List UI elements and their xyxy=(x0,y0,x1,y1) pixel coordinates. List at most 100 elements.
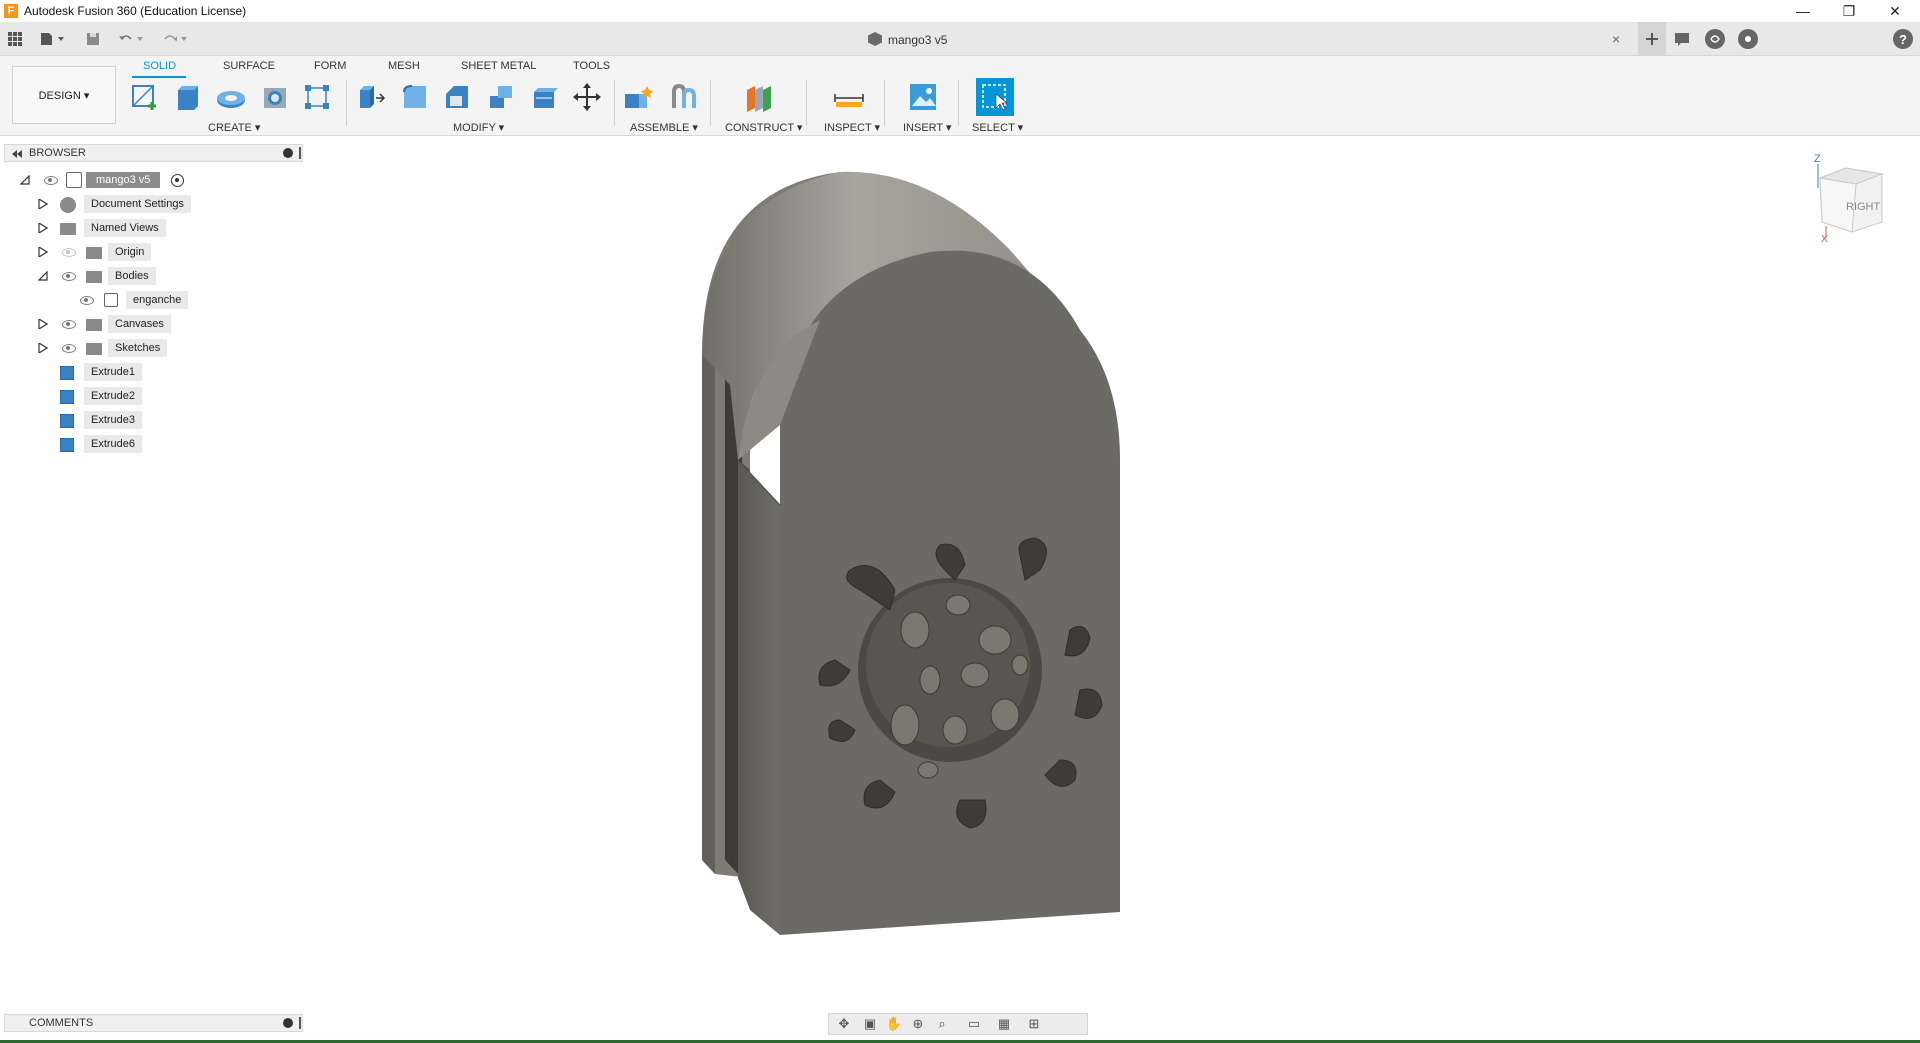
divider xyxy=(346,80,347,126)
collapsed-triangle-icon[interactable] xyxy=(38,223,48,233)
joint-icon[interactable] xyxy=(666,80,700,114)
viewcube[interactable]: Z RIGHT X xyxy=(1812,152,1890,245)
notifications-icon[interactable] xyxy=(1672,29,1692,49)
collapsed-triangle-icon[interactable] xyxy=(38,199,48,209)
combine-icon[interactable] xyxy=(528,80,562,114)
comments-title: COMMENTS xyxy=(29,1017,94,1029)
add-comment-icon[interactable] xyxy=(283,1018,293,1028)
look-at-icon[interactable]: ▣ xyxy=(861,1016,879,1032)
press-pull-icon[interactable] xyxy=(354,80,388,114)
visibility-eye-icon[interactable] xyxy=(80,296,94,305)
hole-icon[interactable] xyxy=(258,80,292,114)
zoom-icon[interactable]: ⊕ xyxy=(909,1016,927,1032)
expanded-triangle-icon[interactable] xyxy=(38,271,48,281)
component-icon xyxy=(66,172,82,188)
select-menu[interactable]: SELECT ▾ xyxy=(972,121,1023,134)
body-icon xyxy=(104,293,118,307)
title-bar: F Autodesk Fusion 360 (Education License… xyxy=(0,0,1920,22)
pan-icon[interactable]: ✋ xyxy=(885,1016,903,1032)
folder-icon xyxy=(86,319,102,331)
activate-radio-icon[interactable] xyxy=(171,174,184,187)
job-status-icon[interactable] xyxy=(1705,29,1725,49)
browser-item-label: Named Views xyxy=(84,219,166,237)
construct-menu[interactable]: CONSTRUCT ▾ xyxy=(725,121,802,134)
window-title: Autodesk Fusion 360 (Education License) xyxy=(24,4,247,18)
create-sketch-icon[interactable] xyxy=(128,80,162,114)
quick-access-bar: mango3 v5 × ? xyxy=(0,22,1920,56)
extrude-icon[interactable] xyxy=(170,80,204,114)
folder-icon xyxy=(86,343,102,355)
visibility-eye-icon[interactable] xyxy=(62,344,76,353)
browser-item-label: Bodies xyxy=(108,267,156,285)
workspace-switcher-button[interactable]: DESIGN ▾ xyxy=(12,66,116,124)
fillet-icon[interactable] xyxy=(398,80,432,114)
folder-icon xyxy=(86,271,102,283)
divider xyxy=(806,80,807,126)
browser-item-label: Extrude3 xyxy=(84,411,143,429)
extrude-feature-icon xyxy=(60,438,74,452)
panel-options-icon[interactable] xyxy=(283,148,293,158)
browser-item-label: Origin xyxy=(108,243,152,261)
panel-pin-icon[interactable] xyxy=(299,1017,301,1029)
restore-button[interactable]: ❐ xyxy=(1826,0,1872,22)
comments-panel-header[interactable]: COMMENTS xyxy=(4,1014,303,1032)
shell-icon[interactable] xyxy=(484,80,518,114)
create-menu[interactable]: CREATE ▾ xyxy=(208,121,260,134)
chamfer-icon[interactable] xyxy=(440,80,474,114)
new-tab-icon[interactable] xyxy=(1638,22,1666,56)
browser-title: BROWSER xyxy=(29,147,86,159)
account-icon[interactable] xyxy=(1738,29,1758,49)
panel-pin-icon[interactable] xyxy=(299,147,301,159)
measure-icon[interactable] xyxy=(832,80,866,114)
hidden-eye-icon[interactable] xyxy=(62,248,76,257)
expanded-triangle-icon[interactable] xyxy=(20,175,30,185)
app-logo: F xyxy=(4,4,18,18)
collapsed-triangle-icon[interactable] xyxy=(38,319,48,329)
visibility-eye-icon[interactable] xyxy=(44,176,58,185)
browser-item-label: enganche xyxy=(126,291,189,309)
grid-settings-icon[interactable]: ▦ xyxy=(995,1016,1013,1032)
browser-item-label: Sketches xyxy=(108,339,168,357)
tab-solid[interactable]: SOLID xyxy=(143,60,176,72)
browser-item-label: Extrude2 xyxy=(84,387,143,405)
tab-surface[interactable]: SURFACE xyxy=(223,60,275,72)
active-tab-indicator xyxy=(132,76,186,78)
fit-icon[interactable]: ⌕ xyxy=(933,1016,951,1032)
pattern-icon[interactable] xyxy=(300,80,334,114)
navigation-bar: ✥ ▣ ✋ ⊕ ⌕ ▭ ▦ ⊞ xyxy=(828,1013,1088,1035)
minimize-button[interactable]: — xyxy=(1780,0,1826,22)
modify-menu[interactable]: MODIFY ▾ xyxy=(453,121,504,134)
new-component-icon[interactable] xyxy=(622,80,656,114)
tab-mesh[interactable]: MESH xyxy=(388,60,420,72)
insert-menu[interactable]: INSERT ▾ xyxy=(903,121,952,134)
collapsed-triangle-icon[interactable] xyxy=(38,343,48,353)
insert-canvas-icon[interactable] xyxy=(906,80,940,114)
select-icon[interactable] xyxy=(976,78,1014,116)
browser-item-label: Document Settings xyxy=(84,195,191,213)
viewports-icon[interactable]: ⊞ xyxy=(1025,1016,1043,1032)
assemble-menu[interactable]: ASSEMBLE ▾ xyxy=(630,121,698,134)
3d-model-viewport[interactable] xyxy=(690,160,1150,950)
browser-item-label: Extrude6 xyxy=(84,435,143,453)
help-icon[interactable]: ? xyxy=(1893,29,1913,49)
close-window-button[interactable]: ✕ xyxy=(1872,0,1918,22)
offset-plane-icon[interactable] xyxy=(742,80,776,114)
move-copy-icon[interactable] xyxy=(570,80,604,114)
collapse-panel-icon[interactable] xyxy=(11,149,23,159)
inspect-menu[interactable]: INSPECT ▾ xyxy=(824,121,880,134)
folder-icon xyxy=(60,223,76,235)
revolve-icon[interactable] xyxy=(214,80,248,114)
component-icon xyxy=(868,32,882,46)
visibility-eye-icon[interactable] xyxy=(62,320,76,329)
collapsed-triangle-icon[interactable] xyxy=(38,247,48,257)
axis-z-label: Z xyxy=(1814,153,1821,165)
close-tab-icon[interactable]: × xyxy=(1612,31,1620,47)
visibility-eye-icon[interactable] xyxy=(62,272,76,281)
orbit-icon[interactable]: ✥ xyxy=(835,1016,853,1032)
tab-sheet-metal[interactable]: SHEET METAL xyxy=(461,60,536,72)
browser-panel-header[interactable]: BROWSER xyxy=(4,144,303,162)
document-tab[interactable]: mango3 v5 × xyxy=(0,22,1634,56)
tab-tools[interactable]: TOOLS xyxy=(573,60,610,72)
tab-form[interactable]: FORM xyxy=(314,60,346,72)
display-settings-icon[interactable]: ▭ xyxy=(965,1016,983,1032)
